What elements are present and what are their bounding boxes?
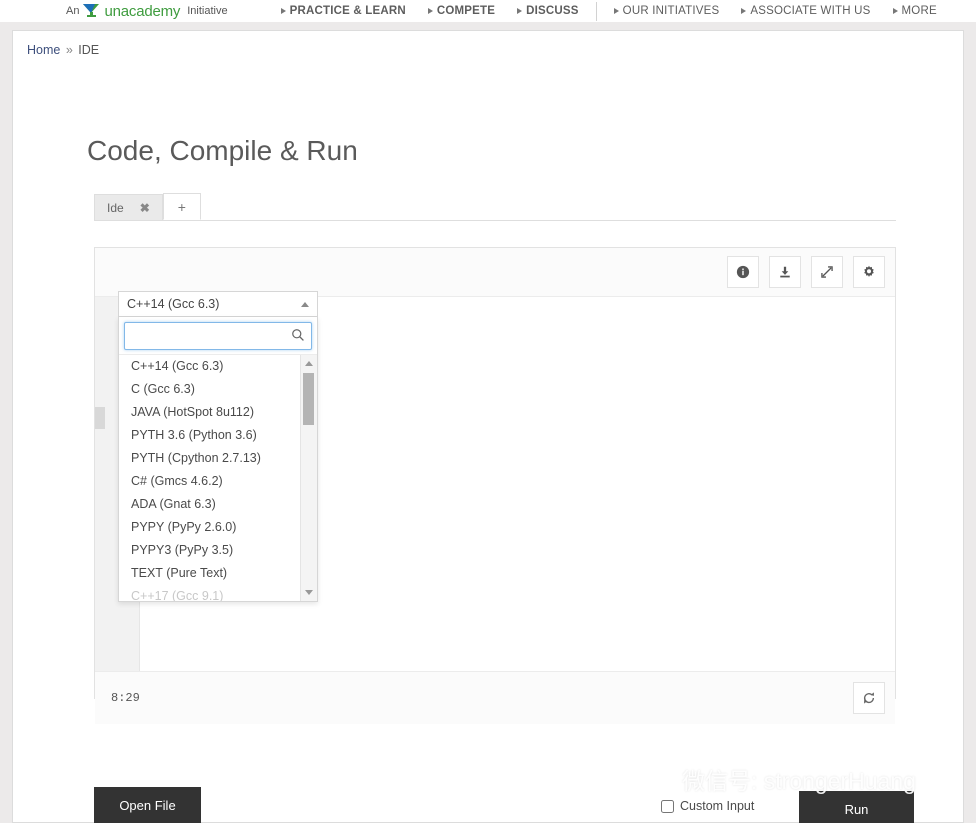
language-option[interactable]: ADA (Gnat 6.3) xyxy=(119,493,317,516)
language-option[interactable]: PYPY3 (PyPy 3.5) xyxy=(119,539,317,562)
language-option-list[interactable]: C++14 (Gcc 6.3) C (Gcc 6.3) JAVA (HotSpo… xyxy=(119,354,317,601)
scrollbar-thumb[interactable] xyxy=(303,373,314,425)
arrow-up-icon[interactable] xyxy=(305,361,313,366)
page-title: Code, Compile & Run xyxy=(87,135,358,166)
info-button[interactable] xyxy=(727,256,759,288)
nav-item-label: MORE xyxy=(901,5,937,17)
nav-item-our-initiatives[interactable]: OUR INITIATIVES xyxy=(603,5,731,17)
info-icon xyxy=(736,265,750,279)
nav-divider xyxy=(595,1,597,21)
nav-item-label: ASSOCIATE WITH US xyxy=(750,5,871,17)
expand-icon xyxy=(821,266,833,278)
fullscreen-button[interactable] xyxy=(811,256,843,288)
breadcrumb-current: IDE xyxy=(78,43,100,57)
cursor-position: 8:29 xyxy=(111,691,140,705)
settings-button[interactable] xyxy=(853,256,885,288)
caret-right-icon xyxy=(427,8,433,14)
download-icon xyxy=(780,266,790,278)
ide-tab-bar: Ide ✖ + xyxy=(94,193,896,221)
language-option[interactable]: PYTH (Cpython 2.7.13) xyxy=(119,447,317,470)
nav-item-compete[interactable]: COMPETE xyxy=(417,5,506,17)
breadcrumb: Home » IDE xyxy=(27,43,99,57)
screenshot-root: An unacademy Initiative PRACTICE & LEARN… xyxy=(0,0,976,823)
unacademy-cup-icon xyxy=(83,4,100,18)
refresh-icon xyxy=(863,692,875,704)
nav-item-more[interactable]: MORE xyxy=(882,5,948,17)
arrow-down-icon[interactable] xyxy=(305,590,313,595)
unacademy-brand[interactable]: An unacademy Initiative xyxy=(66,3,228,20)
custom-input-label: Custom Input xyxy=(680,799,755,813)
ide-panel: *********************** ****************… xyxy=(94,247,896,724)
custom-input-checkbox[interactable] xyxy=(661,799,674,813)
language-option[interactable]: PYTH 3.6 (Python 3.6) xyxy=(119,424,317,447)
editor-scroll-thumb[interactable] xyxy=(95,407,105,429)
open-file-button[interactable]: Open File xyxy=(94,787,201,823)
brand-prefix: An xyxy=(66,5,80,17)
caret-right-icon xyxy=(892,8,898,14)
top-navigation-bar: An unacademy Initiative PRACTICE & LEARN… xyxy=(0,0,976,22)
close-icon[interactable]: ✖ xyxy=(140,201,150,215)
nav-item-label: OUR INITIATIVES xyxy=(622,5,720,17)
content-panel: Home » IDE Code, Compile & Run Ide ✖ + 8… xyxy=(12,30,964,823)
language-select-panel: C++14 (Gcc 6.3) C (Gcc 6.3) JAVA (HotSpo… xyxy=(118,317,318,602)
caret-right-icon xyxy=(517,8,523,14)
refresh-button[interactable] xyxy=(853,682,885,714)
language-search-box[interactable] xyxy=(124,322,312,350)
language-option[interactable]: C++17 (Gcc 9.1) xyxy=(119,585,317,601)
nav-left-group: PRACTICE & LEARN COMPETE DISCUSS OUR INI… xyxy=(270,1,948,21)
tab-label: Ide xyxy=(107,200,124,215)
caret-up-icon xyxy=(301,301,309,307)
language-option[interactable]: PYPY (PyPy 2.6.0) xyxy=(119,516,317,539)
language-select[interactable]: C++14 (Gcc 6.3) C++14 (Gcc 6.3) C (Gcc 6… xyxy=(118,291,318,602)
search-input[interactable] xyxy=(125,323,311,349)
custom-input-row[interactable]: Custom Input xyxy=(661,799,754,813)
brand-suffix: Initiative xyxy=(187,5,228,17)
nav-item-practice-learn[interactable]: PRACTICE & LEARN xyxy=(270,5,417,17)
search-icon xyxy=(291,328,305,347)
download-button[interactable] xyxy=(769,256,801,288)
caret-right-icon xyxy=(741,8,747,14)
language-search-wrap xyxy=(119,317,317,354)
language-option[interactable]: C# (Gmcs 4.6.2) xyxy=(119,470,317,493)
add-tab-button[interactable]: + xyxy=(162,193,201,220)
run-button[interactable]: Run xyxy=(799,791,914,823)
language-option[interactable]: TEXT (Pure Text) xyxy=(119,562,317,585)
caret-right-icon xyxy=(613,8,619,14)
language-option[interactable]: C++14 (Gcc 6.3) xyxy=(119,355,317,378)
language-select-trigger[interactable]: C++14 (Gcc 6.3) xyxy=(118,291,318,317)
nav-item-label: PRACTICE & LEARN xyxy=(289,5,406,17)
tab-ide[interactable]: Ide ✖ xyxy=(94,194,163,220)
nav-item-associate-with-us[interactable]: ASSOCIATE WITH US xyxy=(730,5,881,17)
breadcrumb-separator: » xyxy=(65,43,73,57)
language-select-value: C++14 (Gcc 6.3) xyxy=(127,297,220,311)
language-option[interactable]: JAVA (HotSpot 8u112) xyxy=(119,401,317,424)
ide-status-bar: 8:29 xyxy=(95,672,895,724)
nav-item-discuss[interactable]: DISCUSS xyxy=(506,5,590,17)
nav-item-label: DISCUSS xyxy=(526,5,579,17)
breadcrumb-home-link[interactable]: Home xyxy=(27,43,60,57)
brand-name: unacademy xyxy=(104,2,181,20)
caret-right-icon xyxy=(280,8,286,14)
nav-item-label: COMPETE xyxy=(436,5,496,17)
ide-toolbar-buttons xyxy=(727,256,885,288)
language-list-scrollbar[interactable] xyxy=(300,355,317,601)
gear-icon xyxy=(864,265,874,277)
ide-toolbar xyxy=(95,248,895,297)
language-option[interactable]: C (Gcc 6.3) xyxy=(119,378,317,401)
